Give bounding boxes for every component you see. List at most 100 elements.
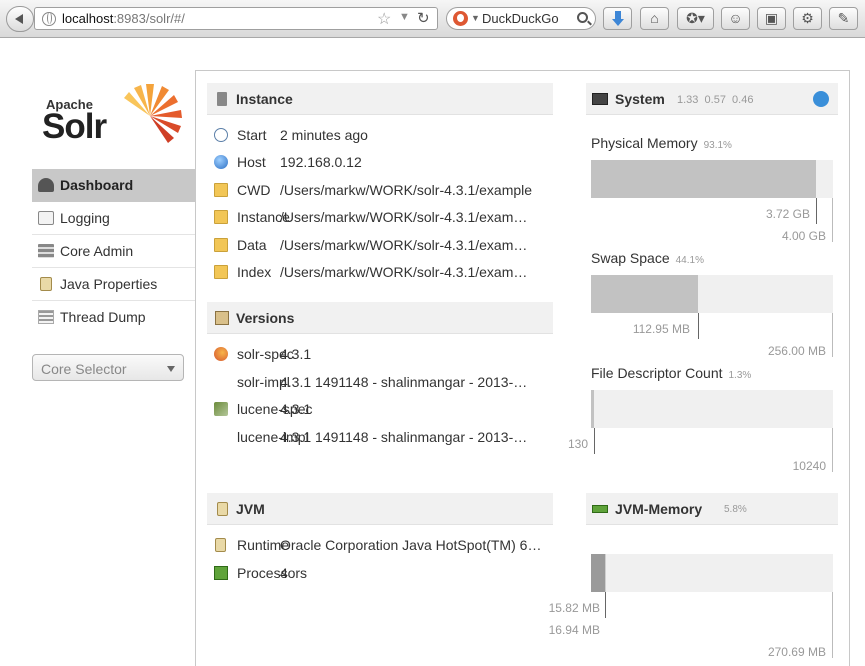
row-value: 4.3.1	[280, 401, 312, 417]
physical-memory-used-value: 3.72 GB	[765, 207, 810, 221]
versions-row-lucene-spec: lucene-spec 4.3.1	[214, 400, 554, 420]
instance-row-cwd: CWD /Users/markw/WORK/solr-4.3.1/example	[214, 181, 554, 201]
duckduckgo-icon[interactable]	[453, 11, 468, 26]
folder-icon	[214, 210, 228, 224]
search-icon[interactable]	[577, 12, 588, 23]
jvm-memory-max-value: 270.69 MB	[767, 645, 826, 659]
row-key: Index	[237, 264, 272, 280]
jvm-memory-pct: 5.8%	[724, 504, 747, 515]
physical-memory-pct: 93.1%	[703, 140, 732, 151]
file-descriptor-bar-used	[591, 390, 594, 428]
nav-label: Dashboard	[60, 177, 134, 193]
folder-icon	[214, 183, 228, 197]
url-text: localhost:8983/solr/#/	[62, 11, 185, 26]
solr-logo[interactable]: Apache Solr	[42, 80, 182, 150]
jvm-row-processors: Processors 4	[214, 564, 554, 584]
instance-row-data: Data /Users/markw/WORK/solr-4.3.1/exam…	[214, 236, 554, 256]
nav-label: Core Admin	[60, 243, 134, 259]
swap-space-label: Swap Space 44.1%	[591, 250, 704, 266]
folder-icon	[214, 238, 228, 252]
site-identity-icon[interactable]	[42, 12, 56, 26]
system-load-average: 1.33 0.57 0.46	[677, 94, 754, 106]
addon-button-4[interactable]: ✎	[829, 7, 858, 30]
nav-item-core-admin[interactable]: Core Admin	[32, 235, 195, 268]
user-icon: ☺	[728, 10, 743, 26]
bookmarks-button[interactable]: ✪▾	[677, 7, 714, 30]
versions-title: Versions	[236, 310, 295, 326]
jar-icon	[215, 538, 226, 552]
reload-icon[interactable]: ↻	[417, 9, 430, 27]
row-value: 192.168.0.12	[280, 154, 362, 170]
home-button[interactable]: ⌂	[640, 7, 669, 30]
screenshot-icon: ▣	[764, 10, 779, 26]
nav-label: Java Properties	[60, 276, 158, 292]
bookmark-star-icon[interactable]: ☆	[377, 9, 391, 29]
jvm-memory-bar-max	[591, 554, 833, 592]
downloads-button[interactable]	[603, 7, 632, 30]
jvm-memory-committed-value: 16.94 MB	[548, 623, 600, 637]
file-descriptor-title: File Descriptor Count	[591, 365, 723, 381]
history-dropdown-icon[interactable]: ▼	[399, 11, 410, 23]
url-host: localhost	[62, 11, 114, 26]
swap-space-used-value: 112.95 MB	[632, 322, 690, 336]
row-key: Data	[237, 237, 267, 253]
row-value: /Users/markw/WORK/solr-4.3.1/exam…	[280, 264, 528, 280]
row-key: Host	[237, 154, 266, 170]
instance-header: Instance	[207, 83, 553, 115]
chevron-down-icon	[167, 366, 175, 372]
physical-memory-total-marker	[832, 198, 833, 242]
globe-icon	[214, 155, 228, 169]
jvm-memory-max-marker	[832, 592, 833, 658]
processor-icon	[214, 566, 228, 580]
logging-icon	[38, 211, 54, 225]
url-bar[interactable]: localhost:8983/solr/#/ ☆ ▼ ↻	[34, 7, 438, 30]
addon-button-1[interactable]: ☺	[721, 7, 750, 30]
main-nav: Dashboard Logging Core Admin Java Proper…	[32, 169, 195, 334]
versions-row-solr-impl: solr-impl 4.3.1 1491148 - shalinmangar -…	[214, 373, 554, 393]
system-header: System 1.33 0.57 0.46	[586, 83, 838, 115]
nav-item-java-properties[interactable]: Java Properties	[32, 268, 195, 301]
core-admin-icon	[38, 244, 54, 258]
jvm-memory-title: JVM-Memory	[615, 501, 703, 517]
nav-item-logging[interactable]: Logging	[32, 202, 195, 235]
search-engine-dropdown-icon[interactable]: ▼	[471, 13, 480, 23]
addon-button-2[interactable]: ▣	[757, 7, 786, 30]
core-selector[interactable]: Core Selector	[32, 354, 184, 381]
nav-item-dashboard[interactable]: Dashboard	[32, 169, 195, 202]
row-key: CWD	[237, 182, 271, 198]
refresh-icon[interactable]	[813, 91, 829, 107]
download-icon	[612, 11, 624, 27]
jar-icon	[217, 502, 228, 516]
browser-toolbar: localhost:8983/solr/#/ ☆ ▼ ↻ ▼ DuckDuckG…	[0, 0, 865, 38]
physical-memory-bar-used	[591, 160, 816, 198]
jvm-memory-header: JVM-Memory 5.8%	[586, 493, 838, 525]
memory-icon	[592, 505, 608, 513]
search-bar[interactable]: ▼ DuckDuckGo	[446, 7, 596, 30]
file-descriptor-used-marker	[594, 428, 595, 454]
swap-space-bar-used	[591, 275, 698, 313]
puzzle-icon: ⚙	[801, 10, 814, 26]
instance-row-index: Index /Users/markw/WORK/solr-4.3.1/exam…	[214, 263, 554, 283]
file-descriptor-bar-total	[591, 390, 833, 428]
jvm-memory-bar-used	[591, 554, 605, 592]
swap-space-title: Swap Space	[591, 250, 670, 266]
row-key: Start	[237, 127, 267, 143]
nav-label: Thread Dump	[60, 309, 146, 325]
dashboard-icon	[38, 178, 54, 192]
nav-item-thread-dump[interactable]: Thread Dump	[32, 301, 195, 334]
nav-label: Logging	[60, 210, 110, 226]
row-value: 4.3.1 1491148 - shalinmangar - 2013-…	[280, 374, 528, 390]
row-value: /Users/markw/WORK/solr-4.3.1/exam…	[280, 209, 528, 225]
physical-memory-title: Physical Memory	[591, 135, 698, 151]
system-title: System	[615, 91, 665, 107]
addon-button-3[interactable]: ⚙	[793, 7, 822, 30]
instance-row-host: Host 192.168.0.12	[214, 153, 554, 173]
jvm-memory-used-value: 15.82 MB	[548, 601, 600, 615]
file-descriptor-total-value: 10240	[792, 459, 826, 473]
file-descriptor-pct: 1.3%	[728, 370, 752, 381]
url-path: :8983/solr/#/	[113, 11, 185, 26]
physical-memory-total-value: 4.00 GB	[781, 229, 826, 243]
back-button[interactable]	[6, 6, 34, 32]
row-value: 4.3.1	[280, 346, 312, 362]
swap-space-total-value: 256.00 MB	[767, 344, 826, 358]
